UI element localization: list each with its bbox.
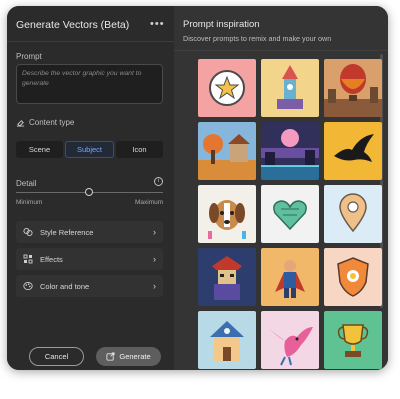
cancel-button[interactable]: Cancel <box>29 347 84 366</box>
pink-bird-illustration <box>261 311 319 369</box>
color-tone-accordion[interactable]: Color and tone › <box>16 275 163 297</box>
flower-shield-illustration <box>324 248 382 306</box>
chevron-right-icon: › <box>153 281 156 291</box>
samurai-warrior-illustration <box>198 248 256 306</box>
effects-icon <box>23 254 33 264</box>
castle-tower-illustration <box>261 59 319 117</box>
prompt-inspiration-panel: Prompt inspiration Discover prompts to r… <box>174 6 388 370</box>
detail-max-label: Maximum <box>135 199 164 206</box>
effects-accordion[interactable]: Effects › <box>16 248 163 270</box>
hero-figure-illustration <box>261 248 319 306</box>
inspiration-tile-hot-air-balloon[interactable] <box>324 59 382 117</box>
inspiration-tile-heart-leaves[interactable] <box>261 185 319 243</box>
settings-panel: Generate Vectors (Beta) ••• Prompt Descr… <box>7 6 174 370</box>
inspiration-tile-star-badge[interactable] <box>198 59 256 117</box>
more-options-icon[interactable]: ••• <box>150 18 165 30</box>
generate-icon <box>106 352 115 361</box>
color-tone-label: Color and tone <box>40 281 90 291</box>
inspiration-tile-trophy[interactable] <box>324 311 382 369</box>
generate-button[interactable]: Generate <box>96 347 161 366</box>
generate-label: Generate <box>119 352 151 361</box>
prompt-label: Prompt <box>16 52 42 61</box>
prompt-placeholder: Describe the vector graphic you want to … <box>22 70 142 87</box>
inspiration-tile-hero-figure[interactable] <box>261 248 319 306</box>
detail-label: Detail <box>16 179 37 188</box>
content-type-subject[interactable]: Subject <box>65 141 114 158</box>
content-type-label: Content type <box>29 118 75 127</box>
chevron-right-icon: › <box>153 254 156 264</box>
content-type-selector: Scene Subject Icon <box>16 141 163 158</box>
neon-city-illustration <box>261 122 319 180</box>
inspiration-tile-fantasy-house[interactable] <box>198 311 256 369</box>
style-reference-icon <box>23 227 33 237</box>
generate-vectors-window: Generate Vectors (Beta) ••• Prompt Descr… <box>7 6 388 370</box>
style-reference-accordion[interactable]: Style Reference › <box>16 221 163 243</box>
autumn-landscape-illustration <box>198 122 256 180</box>
info-icon[interactable]: i <box>154 177 163 186</box>
detail-min-label: Minimum <box>16 199 43 206</box>
inspiration-tile-neon-city[interactable] <box>261 122 319 180</box>
fantasy-house-illustration <box>198 311 256 369</box>
content-type-icon <box>16 120 25 127</box>
inspiration-tile-puppy-dog[interactable] <box>198 185 256 243</box>
inspiration-tile-black-bird[interactable] <box>324 122 382 180</box>
inspiration-title: Prompt inspiration <box>183 19 260 30</box>
inspiration-tile-autumn-landscape[interactable] <box>198 122 256 180</box>
color-tone-icon <box>23 281 33 291</box>
prompt-input[interactable]: Describe the vector graphic you want to … <box>16 64 163 104</box>
chevron-right-icon: › <box>153 227 156 237</box>
inspiration-divider <box>174 50 388 51</box>
inspiration-subtitle: Discover prompts to remix and make your … <box>183 34 332 43</box>
inspiration-tile-flower-shield[interactable] <box>324 248 382 306</box>
effects-label: Effects <box>40 254 63 264</box>
panel-title: Generate Vectors (Beta) <box>16 19 130 31</box>
inspiration-tile-pink-bird[interactable] <box>261 311 319 369</box>
inspiration-grid <box>198 59 382 370</box>
detail-slider-thumb[interactable] <box>85 188 93 196</box>
inspiration-tile-samurai-warrior[interactable] <box>198 248 256 306</box>
inspiration-tile-location-pin[interactable] <box>324 185 382 243</box>
header-divider <box>7 41 174 42</box>
trophy-illustration <box>324 311 382 369</box>
content-type-header: Content type <box>16 118 74 127</box>
heart-leaves-illustration <box>261 185 319 243</box>
puppy-dog-illustration <box>198 185 256 243</box>
star-badge-illustration <box>198 59 256 117</box>
style-reference-label: Style Reference <box>40 227 94 237</box>
hot-air-balloon-illustration <box>324 59 382 117</box>
location-pin-illustration <box>324 185 382 243</box>
content-type-icon[interactable]: Icon <box>116 141 163 158</box>
black-bird-illustration <box>324 122 382 180</box>
inspiration-tile-castle-tower[interactable] <box>261 59 319 117</box>
content-type-scene[interactable]: Scene <box>16 141 63 158</box>
